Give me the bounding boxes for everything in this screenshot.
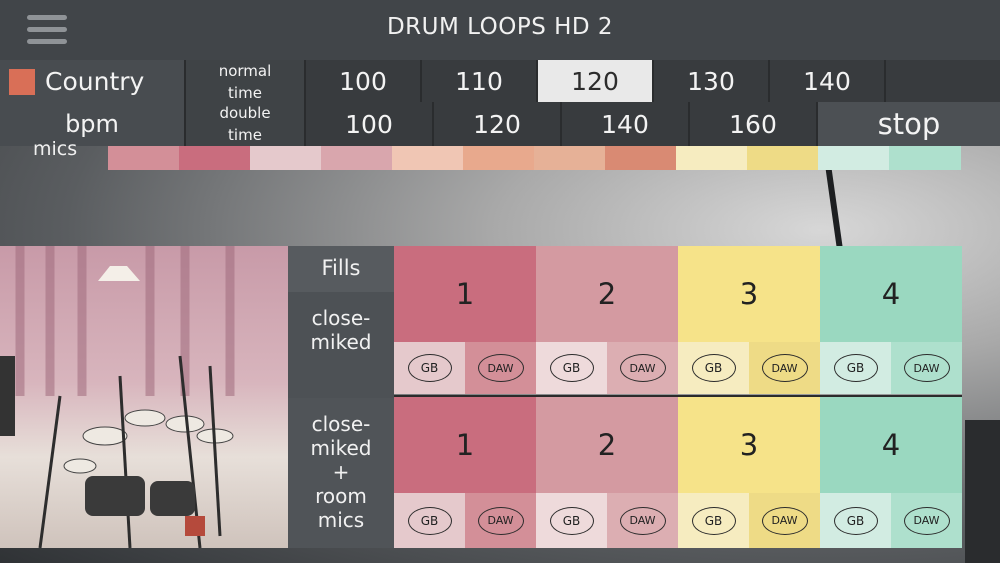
normal-time-label: normal time <box>186 60 306 103</box>
close-miked-label: close- miked <box>288 292 394 398</box>
gb-badge: GB <box>549 506 594 535</box>
double-time-label: double time <box>186 102 306 146</box>
fill-4-room-daw-button[interactable]: DAW <box>891 493 962 548</box>
row-filler <box>886 60 1000 103</box>
daw-badge: DAW <box>477 354 524 382</box>
app-title: DRUM LOOPS HD 2 <box>386 14 614 40</box>
genre-color-swatch <box>9 68 35 95</box>
normal-time-row: Country normal time 100 110 120 130 140 <box>0 60 1000 103</box>
fill-4-room-gb-button[interactable]: GB <box>820 493 891 548</box>
fill-4-daw-button[interactable]: DAW <box>891 342 962 394</box>
fill-2-room-daw-button[interactable]: DAW <box>607 493 678 548</box>
fills-labels-column: Fills close- miked close- miked + room m… <box>288 246 394 548</box>
daw-badge: DAW <box>619 354 666 382</box>
fill-1-room-gb-button[interactable]: GB <box>394 493 465 548</box>
gb-badge: GB <box>407 354 452 382</box>
fill-3-close-miked-button[interactable]: 3 <box>678 246 820 342</box>
normal-tempo-140-button[interactable]: 140 <box>770 60 886 103</box>
fill-2-close-miked-button[interactable]: 2 <box>536 246 678 342</box>
double-tempo-100-button[interactable]: 100 <box>306 102 434 146</box>
normal-tempo-100-button[interactable]: 100 <box>306 60 422 103</box>
fill-1-room-daw-button[interactable]: DAW <box>465 493 536 548</box>
fill-3-room-button[interactable]: 3 <box>678 397 820 493</box>
studio-photo <box>0 246 288 548</box>
fill-2-gb-button[interactable]: GB <box>536 342 607 394</box>
normal-tempo-130-button[interactable]: 130 <box>654 60 770 103</box>
daw-badge: DAW <box>761 354 808 382</box>
fills-grid: 1 2 3 4 GB DAW GB DAW GB DAW GB DAW 1 2 … <box>394 246 962 548</box>
fill-3-room-daw-button[interactable]: DAW <box>749 493 820 548</box>
gb-badge: GB <box>691 354 736 382</box>
normal-tempo-120-button[interactable]: 120 <box>538 60 654 103</box>
fill-1-close-miked-button[interactable]: 1 <box>394 246 536 342</box>
daw-badge: DAW <box>619 506 666 535</box>
double-time-row: bpm double time 100 120 140 160 stop <box>0 102 1000 146</box>
normal-tempo-110-button[interactable]: 110 <box>422 60 538 103</box>
gb-badge: GB <box>833 354 878 382</box>
gb-badge: GB <box>549 354 594 382</box>
gb-badge: GB <box>407 506 452 535</box>
fills-header: Fills <box>288 246 394 292</box>
fill-1-gb-button[interactable]: GB <box>394 342 465 394</box>
partial-section-label: mics <box>33 138 78 158</box>
daw-badge: DAW <box>761 506 808 535</box>
fill-3-gb-button[interactable]: GB <box>678 342 749 394</box>
close-miked-room-mics-label: close- miked + room mics <box>288 398 394 548</box>
gb-badge: GB <box>691 506 736 535</box>
daw-badge: DAW <box>477 506 524 535</box>
fill-2-room-gb-button[interactable]: GB <box>536 493 607 548</box>
double-tempo-140-button[interactable]: 140 <box>562 102 690 146</box>
partial-buttons-strip[interactable] <box>108 146 961 170</box>
fill-2-room-button[interactable]: 2 <box>536 397 678 493</box>
daw-badge: DAW <box>903 354 950 382</box>
fill-3-room-gb-button[interactable]: GB <box>678 493 749 548</box>
stop-button[interactable]: stop <box>818 102 1000 146</box>
fill-3-daw-button[interactable]: DAW <box>749 342 820 394</box>
double-tempo-160-button[interactable]: 160 <box>690 102 818 146</box>
double-tempo-120-button[interactable]: 120 <box>434 102 562 146</box>
fill-4-room-button[interactable]: 4 <box>820 397 962 493</box>
fill-2-daw-button[interactable]: DAW <box>607 342 678 394</box>
genre-selector[interactable]: Country <box>0 60 186 103</box>
fill-1-daw-button[interactable]: DAW <box>465 342 536 394</box>
fills-panel: Fills close- miked close- miked + room m… <box>0 246 962 548</box>
genre-label: Country <box>45 67 145 96</box>
fill-1-room-button[interactable]: 1 <box>394 397 536 493</box>
daw-badge: DAW <box>903 506 950 535</box>
fill-4-gb-button[interactable]: GB <box>820 342 891 394</box>
gb-badge: GB <box>833 506 878 535</box>
title-bar: DRUM LOOPS HD 2 <box>0 0 1000 61</box>
fill-4-close-miked-button[interactable]: 4 <box>820 246 962 342</box>
bpm-label: bpm <box>0 102 186 146</box>
